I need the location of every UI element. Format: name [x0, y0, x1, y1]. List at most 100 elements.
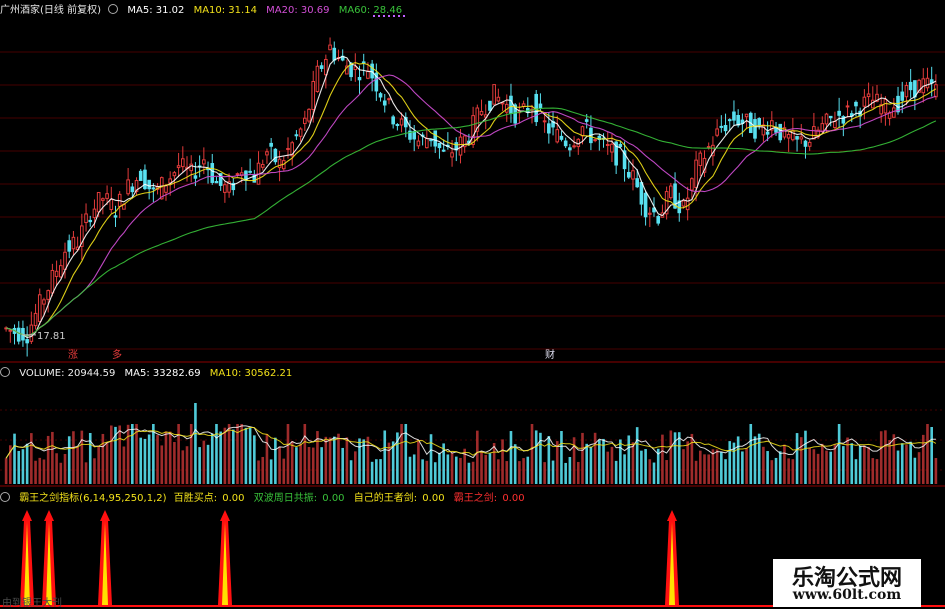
- volume-bar: [433, 462, 437, 484]
- volume-bar: [783, 444, 786, 484]
- candle-body: [429, 139, 433, 142]
- signal4-label: 霸王之剑:: [453, 493, 498, 504]
- volume-bar: [67, 436, 71, 484]
- volume-bar: [871, 458, 875, 484]
- volume-bar: [492, 442, 496, 484]
- candle-body: [181, 158, 185, 168]
- candle-body: [46, 290, 50, 300]
- volume-settings-icon[interactable]: [0, 367, 10, 377]
- candle-body: [378, 93, 383, 98]
- volume-bar: [131, 424, 134, 484]
- volume-bar: [109, 425, 113, 484]
- volume-bar: [63, 453, 67, 484]
- candle-body: [353, 66, 358, 71]
- signal-arrow-head: [220, 510, 230, 521]
- volume-bar: [198, 447, 201, 484]
- ma5-value: MA5: 31.02: [127, 5, 185, 16]
- candle-body: [488, 100, 492, 111]
- volume-bar: [842, 446, 845, 484]
- volume-bar: [295, 447, 298, 484]
- volume-bar: [412, 454, 416, 484]
- volume-bar: [543, 462, 546, 484]
- volume-bar: [551, 460, 555, 484]
- volume-bar: [126, 424, 130, 484]
- candle-body: [58, 265, 63, 278]
- candle-body: [307, 108, 311, 122]
- volume-bar: [728, 441, 732, 484]
- candle-body: [16, 327, 21, 342]
- indicator-settings-icon[interactable]: [0, 492, 10, 502]
- volume-bar: [223, 427, 227, 484]
- ma5-line: [5, 55, 937, 339]
- volume-bar: [863, 445, 866, 484]
- ma10-value: MA10: 31.14: [193, 5, 257, 16]
- main-panel-header: 广州酒家(日线 前复权) MA5: 31.02 MA10: 31.14 MA20…: [0, 1, 408, 16]
- candle-body: [277, 158, 282, 169]
- volume-bar: [38, 457, 42, 484]
- volume-bar: [375, 459, 378, 484]
- volume-bar: [290, 441, 294, 484]
- candle-body: [50, 269, 55, 294]
- candle-body: [357, 76, 362, 81]
- candle-body: [685, 197, 690, 211]
- settings-circle-icon[interactable]: [108, 4, 119, 14]
- candle-body: [387, 98, 391, 101]
- volume-bar: [917, 452, 921, 484]
- volume-bar: [736, 436, 740, 484]
- volume-bar: [345, 437, 349, 484]
- volume-bar: [703, 454, 706, 484]
- volume-bar: [476, 430, 479, 484]
- candle-body: [584, 119, 589, 122]
- volume-bar: [858, 445, 862, 484]
- volume-bar: [665, 460, 668, 484]
- candle-body: [824, 113, 829, 125]
- ma60-value: MA60: 28.46: [338, 5, 403, 16]
- volume-bar: [156, 435, 159, 484]
- volume-bar: [770, 460, 774, 484]
- volume-bar: [825, 450, 828, 484]
- candle-body: [807, 141, 812, 147]
- candle-body: [189, 163, 194, 172]
- candle-body: [765, 131, 770, 135]
- candle-body: [643, 192, 648, 218]
- volume-bar: [143, 438, 147, 484]
- candle-body: [105, 193, 109, 199]
- volume-bar: [791, 459, 795, 484]
- volume-bar: [778, 451, 782, 484]
- candle-body: [286, 147, 290, 150]
- volume-bar: [105, 442, 109, 484]
- volume-bar: [366, 436, 370, 484]
- candle-body: [534, 93, 539, 123]
- candle-body: [913, 80, 917, 98]
- volume-bar: [875, 459, 879, 484]
- volume-bar: [484, 454, 488, 484]
- volume-bar: [194, 403, 197, 484]
- candle-body: [812, 126, 816, 140]
- volume-bar: [560, 431, 563, 484]
- candle-body: [580, 126, 585, 137]
- volume-bar: [711, 449, 715, 484]
- volume-bar: [585, 443, 589, 484]
- candle-body: [450, 152, 454, 158]
- watermark-url: www.60lt.com: [792, 587, 902, 603]
- candle-body: [744, 113, 749, 118]
- volume-bar: [509, 431, 513, 484]
- volume-bar: [152, 424, 155, 484]
- volume-bar: [808, 447, 811, 484]
- volume-bar: [177, 424, 180, 484]
- volume-bar: [282, 458, 286, 484]
- candle-body: [315, 65, 320, 93]
- volume-bar: [884, 430, 887, 484]
- signal-arrow-head: [22, 510, 32, 521]
- candle-body: [605, 144, 610, 147]
- candle-body: [618, 143, 623, 148]
- candle-body: [610, 143, 614, 153]
- volume-bar: [46, 435, 50, 484]
- volume-bar: [307, 447, 311, 484]
- candle-body: [214, 180, 219, 184]
- volume-bar: [59, 462, 63, 484]
- candle-body: [538, 103, 543, 109]
- candle-body: [471, 115, 475, 145]
- volume-bar: [488, 453, 492, 484]
- volume-bar: [905, 444, 908, 484]
